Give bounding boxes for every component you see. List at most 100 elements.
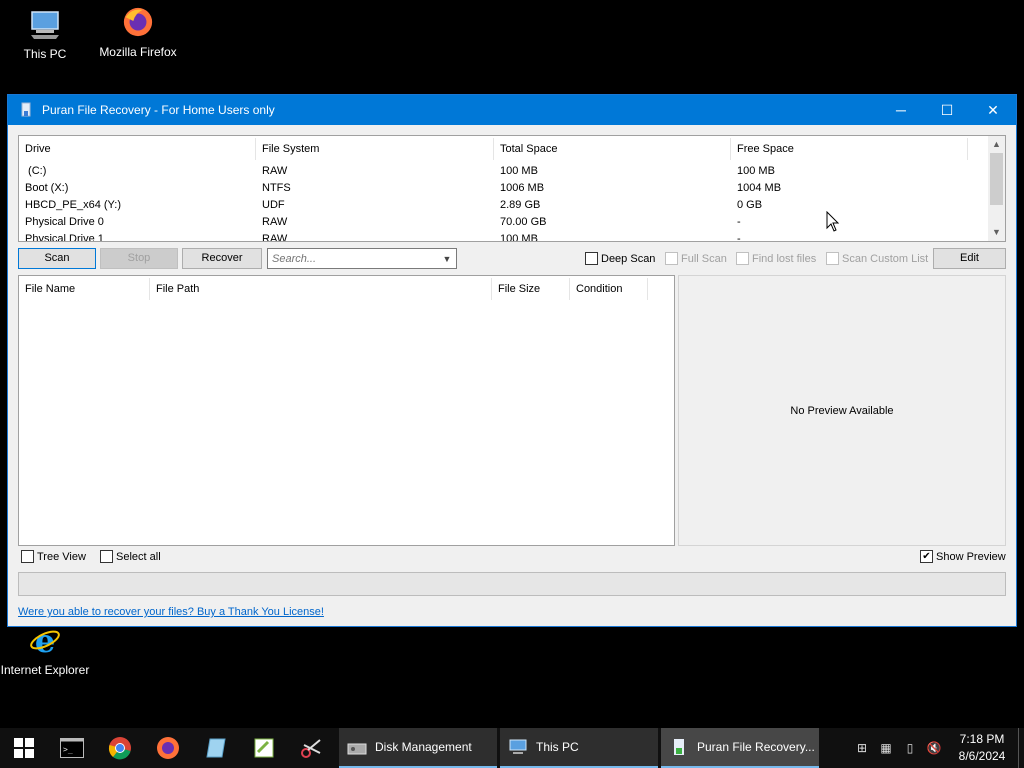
checkbox-box[interactable] xyxy=(826,252,839,265)
chevron-down-icon[interactable]: ▼ xyxy=(438,254,456,264)
search-input[interactable] xyxy=(268,252,438,265)
buy-license-link[interactable]: Were you able to recover your files? Buy… xyxy=(18,606,324,618)
taskbar-notepadpp[interactable] xyxy=(240,728,288,768)
taskbar-notepad[interactable] xyxy=(192,728,240,768)
puran-window: Puran File Recovery - For Home Users onl… xyxy=(7,94,1017,627)
network-icon[interactable]: ⊞ xyxy=(850,741,874,755)
volume-muted-icon[interactable]: 🔇 xyxy=(922,741,946,755)
usb-icon[interactable]: ▯ xyxy=(898,741,922,755)
notepad-icon xyxy=(206,738,226,758)
taskbar-window-this-pc[interactable]: This PC xyxy=(500,728,658,768)
drive-list[interactable]: Drive File System Total Space Free Space… xyxy=(18,135,1006,242)
file-list-header: File Name File Path File Size Condition xyxy=(19,276,674,302)
checkbox-box[interactable] xyxy=(736,252,749,265)
stop-button[interactable]: Stop xyxy=(100,248,178,269)
notepad-plus-plus-icon xyxy=(254,738,274,758)
window-title: Puran File Recovery - For Home Users onl… xyxy=(42,103,275,117)
find-lost-files-checkbox[interactable]: Find lost files xyxy=(736,252,816,265)
scan-button[interactable]: Scan xyxy=(18,248,96,269)
show-desktop-button[interactable] xyxy=(1018,728,1024,768)
scan-custom-list-label: Scan Custom List xyxy=(842,252,929,265)
column-header-condition[interactable]: Condition xyxy=(570,278,648,300)
clock[interactable]: 7:18 PM 8/6/2024 xyxy=(946,731,1018,765)
column-header-file-path[interactable]: File Path xyxy=(150,278,492,300)
desktop-icon-this-pc[interactable]: This PC xyxy=(0,8,90,61)
checkbox-box[interactable] xyxy=(21,550,34,563)
total-space-cell: 70.00 GB xyxy=(500,215,547,228)
computer-icon xyxy=(509,739,527,754)
select-all-checkbox[interactable]: Select all xyxy=(100,550,161,563)
scroll-thumb[interactable] xyxy=(990,153,1003,205)
svg-text:e: e xyxy=(35,624,55,656)
scroll-up-icon[interactable]: ▲ xyxy=(988,136,1005,153)
taskbar-window-disk-management[interactable]: Disk Management xyxy=(339,728,497,768)
drive-list-scrollbar[interactable]: ▲ ▼ xyxy=(988,136,1005,241)
free-space-cell: - xyxy=(737,215,741,228)
full-scan-checkbox[interactable]: Full Scan xyxy=(665,252,727,265)
mouse-cursor-icon xyxy=(826,211,840,232)
preview-pane: No Preview Available xyxy=(678,275,1006,546)
start-button[interactable] xyxy=(0,728,48,768)
search-combobox[interactable]: ▼ xyxy=(267,248,457,269)
taskbar-snipping-tool[interactable] xyxy=(288,728,336,768)
drive-list-header: Drive File System Total Space Free Space xyxy=(19,136,1005,162)
drive-row[interactable]: Physical Drive 0 RAW 70.00 GB - xyxy=(19,213,1005,230)
free-space-cell: 100 MB xyxy=(737,164,775,177)
column-header-file-name[interactable]: File Name xyxy=(19,278,150,300)
file-system-cell: UDF xyxy=(262,198,285,211)
find-lost-files-label: Find lost files xyxy=(752,252,817,265)
computer-icon xyxy=(31,11,59,39)
select-all-label: Select all xyxy=(116,550,161,563)
show-preview-checkbox[interactable]: ✔ Show Preview xyxy=(920,550,1006,563)
drive-cell: (C:) xyxy=(25,164,47,177)
taskbar-firefox[interactable] xyxy=(144,728,192,768)
column-header-file-system[interactable]: File System xyxy=(256,137,494,160)
drive-row[interactable]: Physical Drive 1 RAW 100 MB - xyxy=(19,230,1005,242)
desktop-icon-label: Internet Explorer xyxy=(0,663,90,677)
edit-button[interactable]: Edit xyxy=(933,248,1006,269)
file-list[interactable]: File Name File Path File Size Condition xyxy=(18,275,675,546)
desktop-icon-firefox[interactable]: Mozilla Firefox xyxy=(93,6,183,59)
checkmark-icon[interactable]: ✔ xyxy=(920,550,933,563)
scan-custom-list-checkbox[interactable]: Scan Custom List xyxy=(826,252,928,265)
column-header-free-space[interactable]: Free Space xyxy=(731,137,968,160)
checkbox-box[interactable] xyxy=(585,252,598,265)
deep-scan-checkbox[interactable]: Deep Scan xyxy=(585,252,655,265)
title-bar[interactable]: Puran File Recovery - For Home Users onl… xyxy=(8,95,1016,125)
minimize-button[interactable]: ─ xyxy=(878,95,924,125)
close-button[interactable]: ✕ xyxy=(970,95,1016,125)
checkbox-box[interactable] xyxy=(100,550,113,563)
ie-icon: e xyxy=(30,622,60,660)
column-header-drive[interactable]: Drive xyxy=(19,137,256,160)
tree-view-checkbox[interactable]: Tree View xyxy=(21,550,86,563)
total-space-cell: 100 MB xyxy=(500,232,538,242)
taskbar-cmd[interactable]: >_ xyxy=(48,728,96,768)
svg-text:>_: >_ xyxy=(63,745,73,754)
maximize-button[interactable]: ☐ xyxy=(924,95,970,125)
drive-row[interactable]: (C:) RAW 100 MB 100 MB xyxy=(19,162,1005,179)
drive-cell: Boot (X:) xyxy=(25,181,69,194)
color-icon[interactable]: ▦ xyxy=(874,741,898,755)
drive-cell: Physical Drive 0 xyxy=(25,215,104,228)
free-space-cell: 1004 MB xyxy=(737,181,782,194)
scroll-down-icon[interactable]: ▼ xyxy=(988,224,1005,241)
app-icon xyxy=(21,102,31,117)
free-space-cell: - xyxy=(737,232,741,242)
taskbar: >_ Disk Management This PC Puran File Re… xyxy=(0,728,1024,768)
column-header-total-space[interactable]: Total Space xyxy=(494,137,731,160)
free-space-cell: 0 GB xyxy=(737,198,763,211)
total-space-cell: 1006 MB xyxy=(500,181,545,194)
drive-cell: HBCD_PE_x64 (Y:) xyxy=(25,198,121,211)
recover-button[interactable]: Recover xyxy=(182,248,262,269)
progress-bar xyxy=(18,572,1006,596)
firefox-icon xyxy=(157,737,179,759)
checkbox-box[interactable] xyxy=(665,252,678,265)
taskbar-chrome[interactable] xyxy=(96,728,144,768)
column-header-file-size[interactable]: File Size xyxy=(492,278,570,300)
desktop-icon-ie[interactable]: e Internet Explorer xyxy=(0,622,90,677)
system-tray: ⊞ ▦ ▯ 🔇 7:18 PM 8/6/2024 xyxy=(850,728,1024,768)
drive-row[interactable]: Boot (X:) NTFS 1006 MB 1004 MB xyxy=(19,179,1005,196)
taskbar-window-puran[interactable]: Puran File Recovery... xyxy=(661,728,819,768)
full-scan-label: Full Scan xyxy=(681,252,727,265)
drive-row[interactable]: HBCD_PE_x64 (Y:) UDF 2.89 GB 0 GB xyxy=(19,196,1005,213)
